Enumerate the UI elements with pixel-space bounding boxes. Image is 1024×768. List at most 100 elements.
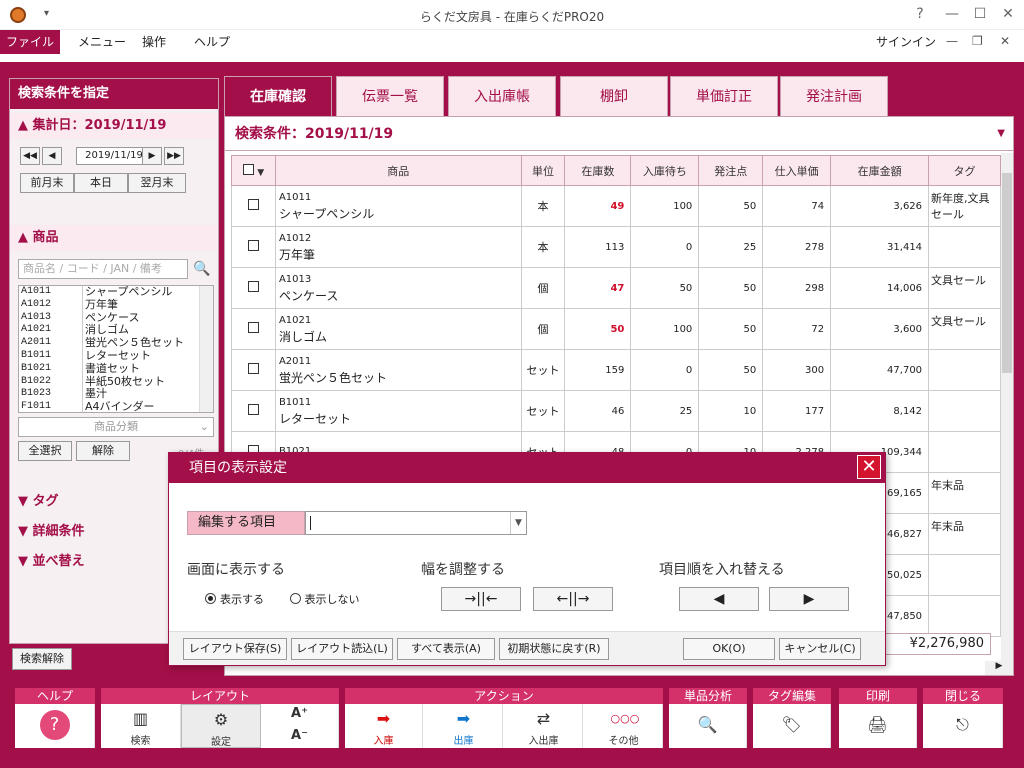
clear-search-button[interactable]: 検索解除 — [12, 648, 72, 670]
date-last-button[interactable]: ▶▶ — [164, 147, 184, 165]
item-analysis-button[interactable]: 🔍 — [669, 704, 747, 748]
tab-in-out-ledger[interactable]: 入出庫帳 — [448, 76, 556, 116]
product-cell[interactable]: B1011 レターセット — [274, 390, 522, 432]
help-icon[interactable]: ? — [908, 6, 932, 22]
table-row[interactable]: B1011 レターセット セット 46 25 10 177 8,142 — [231, 390, 1001, 432]
table-row[interactable]: A1013 ペンケース個 47 50 50 298 14,006 文具セール — [231, 267, 1001, 309]
ribbon-close-icon[interactable]: ✕ — [1000, 34, 1010, 48]
scroll-thumb[interactable] — [1002, 173, 1012, 373]
font-decrease-button[interactable]: A⁻ — [261, 726, 339, 748]
tag-edit-button[interactable]: 🏷 — [753, 704, 831, 748]
checkbox-icon[interactable] — [247, 199, 259, 210]
row-checkbox-cell[interactable] — [231, 185, 276, 227]
layout-settings-button[interactable]: ⚙ 設定 — [181, 704, 261, 748]
save-layout-button[interactable]: レイアウト保存(S) — [183, 638, 287, 660]
chevron-down-icon[interactable]: ▼ — [510, 512, 526, 534]
maximize-icon[interactable]: ☐ — [968, 6, 992, 22]
product-cell[interactable]: A1021 消しゴム — [274, 308, 522, 350]
checkbox-icon[interactable] — [247, 363, 259, 374]
receive-button[interactable]: ➡ 入庫 — [345, 704, 423, 748]
list-item[interactable]: A1011 シャープペンシル — [19, 286, 213, 299]
radio-icon[interactable] — [289, 593, 301, 604]
row-checkbox-cell[interactable] — [231, 390, 276, 432]
product-cell[interactable]: A1012 万年筆 — [274, 226, 522, 268]
col-incoming[interactable]: 入庫待ち — [630, 155, 700, 186]
date-next-button[interactable]: ▶ — [142, 147, 162, 165]
row-checkbox-cell[interactable] — [231, 349, 276, 391]
ship-button[interactable]: ➡ 出庫 — [425, 704, 503, 748]
col-amount[interactable]: 在庫金額 — [830, 155, 930, 186]
narrow-width-button[interactable]: →||← — [441, 587, 521, 611]
radio-hide[interactable]: 表示しない — [289, 593, 360, 606]
select-all-checkbox[interactable]: ▼ — [231, 155, 276, 186]
product-cell[interactable]: A2011 蛍光ペン５色セット — [274, 349, 522, 391]
col-tag[interactable]: タグ — [928, 155, 1001, 186]
widen-width-button[interactable]: ←||→ — [533, 587, 613, 611]
tab-stock-check[interactable]: 在庫確認 — [224, 76, 332, 116]
select-all-button[interactable]: 全選択 — [18, 441, 72, 461]
chevron-down-icon[interactable]: ▼ — [997, 117, 1005, 151]
move-right-button[interactable]: ▶ — [769, 587, 849, 611]
col-reorder[interactable]: 発注点 — [698, 155, 764, 186]
prev-month-end-button[interactable]: 前月末 — [20, 173, 74, 193]
date-input[interactable]: 2019/11/19 — [76, 147, 152, 165]
product-list[interactable]: A1011 シャープペンシル A1012 万年筆 A1013 ペンケース A1021 消… — [18, 285, 214, 413]
signin-link[interactable]: サインイン — [876, 33, 936, 50]
row-checkbox-cell[interactable] — [231, 226, 276, 268]
checkbox-icon[interactable] — [247, 240, 259, 251]
tab-inventory[interactable]: 棚卸 — [560, 76, 668, 116]
date-first-button[interactable]: ◀◀ — [20, 147, 40, 165]
product-list-scrollbar[interactable] — [199, 286, 213, 412]
list-item[interactable]: B1022 半紙50枚セット — [19, 375, 213, 389]
col-unit[interactable]: 単位 — [520, 155, 566, 186]
menu-operation[interactable]: 操作 — [130, 30, 178, 54]
search-icon[interactable]: 🔍 — [192, 259, 212, 279]
category-select[interactable]: 商品分類 ⌄ — [18, 417, 214, 437]
move-left-button[interactable]: ◀ — [679, 587, 759, 611]
checkbox-icon[interactable] — [247, 281, 259, 292]
minimize-icon[interactable]: — — [940, 6, 964, 22]
table-row[interactable]: A1021 消しゴム個 50 100 50 72 3,600 文具セール — [231, 308, 1001, 350]
help-button[interactable]: ? — [15, 704, 95, 748]
col-price[interactable]: 仕入単価 — [762, 155, 832, 186]
tab-price-correction[interactable]: 単価訂正 — [670, 76, 778, 116]
radio-show[interactable]: 表示する — [205, 593, 264, 606]
next-month-end-button[interactable]: 翌月末 — [128, 173, 186, 193]
ribbon-minimize-icon[interactable]: — — [946, 34, 958, 48]
menu-help[interactable]: ヘルプ — [182, 30, 242, 54]
list-item[interactable]: B1021 書道セット — [19, 362, 213, 376]
deselect-button[interactable]: 解除 — [76, 441, 130, 461]
product-cell[interactable]: A1013 ペンケース — [274, 267, 522, 309]
list-item[interactable]: B1011 レターセット — [19, 349, 213, 363]
date-prev-button[interactable]: ◀ — [42, 147, 62, 165]
chevron-down-icon[interactable]: ▼ — [257, 168, 264, 178]
date-section-header[interactable]: ▲ 集計日：2019/11/19 — [10, 113, 218, 139]
list-item[interactable]: F1011 A4バインダー — [19, 400, 213, 412]
today-button[interactable]: 本日 — [74, 173, 128, 193]
menu-file[interactable]: ファイル — [0, 30, 60, 54]
table-row[interactable]: A1012 万年筆 本 113 0 25 278 31,414 — [231, 226, 1001, 268]
cancel-button[interactable]: キャンセル(C) — [779, 638, 861, 660]
ribbon-restore-icon[interactable]: ❐ — [972, 34, 983, 48]
other-actions-button[interactable]: ○○○ その他 — [585, 704, 663, 748]
search-condition-bar[interactable]: 検索条件：2019/11/19 ▼ — [225, 117, 1013, 151]
layout-search-button[interactable]: ▥ 検索 — [101, 704, 181, 748]
close-window-icon[interactable]: ✕ — [996, 6, 1020, 22]
row-checkbox-cell[interactable] — [231, 308, 276, 350]
checkbox-icon[interactable] — [247, 322, 259, 333]
row-checkbox-cell[interactable] — [231, 267, 276, 309]
show-all-button[interactable]: すべて表示(A) — [397, 638, 495, 660]
checkbox-icon[interactable] — [242, 163, 254, 175]
product-section-header[interactable]: ▲ 商品 — [10, 225, 218, 251]
ok-button[interactable]: OK(O) — [683, 638, 775, 660]
list-item[interactable]: A1012 万年筆 — [19, 298, 213, 312]
col-stock[interactable]: 在庫数 — [564, 155, 632, 186]
font-increase-button[interactable]: A⁺ — [261, 704, 339, 726]
table-row[interactable]: A1011 シャープペンシル 本 49 100 50 74 3,626 新年度,文具セール — [231, 185, 1001, 227]
table-vertical-scrollbar[interactable] — [1001, 153, 1013, 661]
in-out-button[interactable]: ⇄ 入出庫 — [505, 704, 583, 748]
col-product[interactable]: 商品 — [274, 155, 522, 186]
tab-order-plan[interactable]: 発注計画 — [780, 76, 888, 116]
edit-item-select[interactable]: ▼ — [305, 511, 527, 535]
print-button[interactable]: 🖨 — [839, 704, 917, 748]
